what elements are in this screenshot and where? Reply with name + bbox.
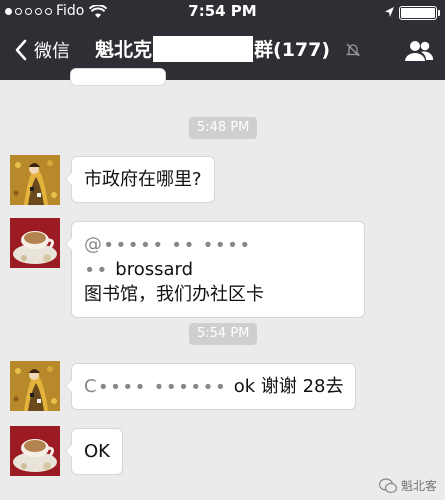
painting-avatar[interactable]	[10, 155, 60, 205]
chat-title-right: 群(177)	[254, 39, 331, 61]
status-bar: Fido 7:54 PM	[0, 0, 445, 24]
timestamp-chip: 5:48 PM	[189, 117, 258, 139]
teacup-avatar[interactable]	[10, 218, 60, 268]
location-arrow-icon	[385, 7, 394, 17]
message-line-1: @∙∙∙∙∙ ∙∙ ∙∙∙∙ ∙∙ brossard	[84, 234, 252, 280]
top-bar: Fido 7:54 PM 微信 魁北克 群(177)	[0, 0, 445, 80]
status-time: 7:54 PM	[188, 2, 257, 20]
message-text: 图书馆，我们办社区卡	[84, 284, 264, 305]
back-button[interactable]: 微信	[10, 36, 70, 64]
message-text: OK	[84, 441, 110, 462]
watermark-text: 魁北客	[400, 479, 437, 493]
group-members-icon[interactable]	[404, 39, 434, 63]
chat-title: 魁北克 群(177)	[95, 36, 330, 64]
mute-bell-icon	[345, 43, 361, 57]
message-text: ok 谢谢 28去	[233, 376, 344, 397]
message-text: 市政府在哪里?	[84, 169, 202, 190]
message-bubble[interactable]: OK	[65, 428, 123, 475]
message-bubble[interactable]: C∙∙∙∙ ∙∙∙∙∙∙ ok 谢谢 28去	[64, 363, 357, 410]
timestamp-chip: 5:54 PM	[189, 323, 258, 345]
painting-avatar[interactable]	[10, 361, 60, 411]
chevron-left-icon	[15, 39, 27, 61]
teacup-avatar[interactable]	[10, 426, 60, 476]
message-bubble[interactable]: @∙∙∙∙∙ ∙∙ ∙∙∙∙ ∙∙ brossard 图书馆，我们办社区卡	[65, 221, 365, 318]
wechat-logo-icon	[378, 477, 397, 493]
message-text: brossard	[115, 259, 194, 280]
chat-area[interactable]: 5:48 PM 市政府在哪里? @∙∙∙∙∙ ∙∙ ∙∙∙∙ ∙∙ brossa…	[0, 68, 445, 500]
battery-icon	[399, 6, 440, 20]
watermark: 魁北客	[378, 477, 437, 494]
back-label: 微信	[34, 41, 70, 62]
message-bubble[interactable]: 市政府在哪里?	[65, 156, 215, 203]
redaction-mask	[153, 36, 254, 62]
chat-title-left: 魁北克	[95, 39, 153, 61]
message-bubble	[70, 68, 166, 86]
